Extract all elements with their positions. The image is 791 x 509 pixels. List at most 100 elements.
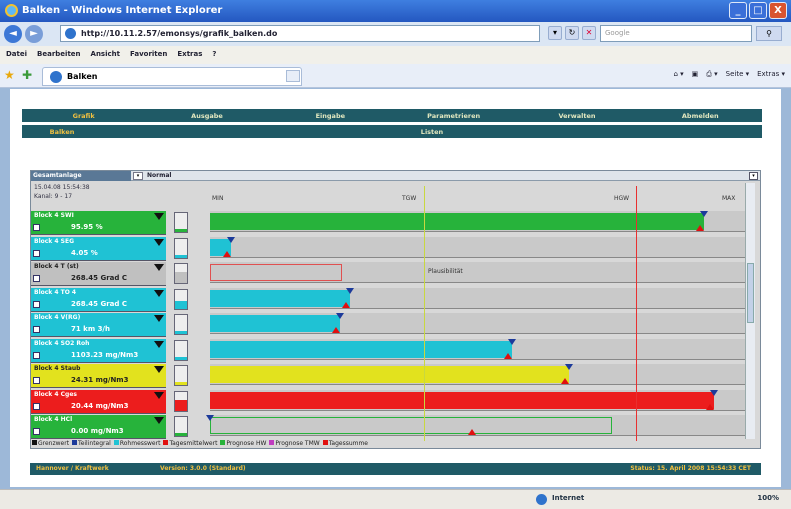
- limit-triangle-icon: [154, 213, 164, 220]
- zoom-level[interactable]: 100%: [757, 494, 779, 502]
- plant-selector[interactable]: Gesamtanlage: [31, 171, 131, 181]
- address-bar: ◄ ► http://10.11.2.57/emonsys/grafik_bal…: [0, 22, 791, 46]
- gauge-fill: [175, 357, 187, 360]
- channel-value: 95.95 %: [71, 223, 103, 231]
- daily-mean-marker: [342, 302, 350, 308]
- gauge-fill: [175, 331, 187, 334]
- window-title: Balken - Windows Internet Explorer: [22, 5, 223, 16]
- nav-abmelden[interactable]: Abmelden: [639, 112, 762, 120]
- channel-checkbox[interactable]: [33, 377, 40, 384]
- stop-icon[interactable]: ✕: [582, 26, 596, 40]
- channel-range: Kanal: 9 - 17: [34, 193, 73, 200]
- back-button[interactable]: ◄: [4, 25, 22, 43]
- menu-datei[interactable]: Datei: [6, 50, 27, 64]
- scrollbar-thumb[interactable]: [747, 263, 754, 323]
- hgw-line: [636, 186, 637, 441]
- channel-checkbox[interactable]: [33, 352, 40, 359]
- maximize-button[interactable]: □: [749, 2, 767, 19]
- feeds-icon[interactable]: ▣: [692, 70, 699, 79]
- plant-dropdown-icon[interactable]: ▾: [133, 172, 143, 180]
- legend-tagesmittelwert-icon: [163, 440, 169, 445]
- channel-name: Block 4 HCl: [34, 416, 73, 423]
- menu-favoriten[interactable]: Favoriten: [130, 50, 167, 64]
- channel-block[interactable]: Block 4 HCl 0.00 mg/Nm3: [31, 415, 166, 439]
- limit-triangle-icon: [154, 392, 164, 399]
- channel-block[interactable]: Block 4 TO 4 268.45 Grad C: [31, 288, 166, 312]
- channel-checkbox[interactable]: [33, 250, 40, 257]
- channel-checkbox[interactable]: [33, 428, 40, 435]
- app-status-bar: Hannover / Kraftwerk Version: 3.0.0 (Sta…: [30, 463, 761, 475]
- channel-name: Block 4 V(RG): [34, 314, 81, 321]
- search-input[interactable]: Google: [600, 25, 752, 42]
- value-bar: [210, 290, 350, 307]
- dropdown-arrow-icon[interactable]: ▾: [548, 26, 562, 40]
- vertical-scrollbar[interactable]: [745, 183, 755, 439]
- daily-mean-marker: [223, 251, 231, 257]
- browser-status-bar: Internet 100%: [0, 489, 791, 509]
- limit-triangle-icon: [154, 264, 164, 271]
- channel-value: 4.05 %: [71, 249, 98, 257]
- nav-eingabe[interactable]: Eingabe: [269, 112, 392, 120]
- ie-logo-icon: [5, 4, 18, 17]
- menu-bearbeiten[interactable]: Bearbeiten: [37, 50, 81, 64]
- legend-teilintegral-icon: [72, 440, 78, 445]
- menu-help[interactable]: ?: [212, 50, 216, 64]
- tools-menu[interactable]: Extras ▾: [757, 70, 785, 79]
- legend-prognose-hw-icon: [220, 440, 226, 445]
- channel-name: Block 4 Cges: [34, 391, 77, 398]
- add-favorite-icon[interactable]: ✚: [22, 69, 34, 81]
- nav-verwalten[interactable]: Verwalten: [515, 112, 638, 120]
- channel-block[interactable]: Block 4 T (st) 268.45 Grad C: [31, 262, 166, 286]
- channel-block[interactable]: Block 4 SO2 Roh 1103.23 mg/Nm3: [31, 339, 166, 363]
- window-titlebar: Balken - Windows Internet Explorer _ □ X: [0, 0, 791, 22]
- menu-extras[interactable]: Extras: [177, 50, 202, 64]
- panel-header: Gesamtanlage ▾ Normal ▾: [31, 171, 760, 181]
- legend-grenzwert-icon: [32, 440, 37, 445]
- bar-track: [210, 237, 745, 258]
- plausibility-label: Plausibilität: [428, 268, 463, 275]
- channel-block[interactable]: Block 4 SWI 95.95 %: [31, 211, 166, 235]
- menu-ansicht[interactable]: Ansicht: [91, 50, 120, 64]
- value-bar: [210, 315, 340, 332]
- close-button[interactable]: X: [769, 2, 787, 19]
- print-icon[interactable]: ⎙ ▾: [706, 70, 717, 79]
- page-menu[interactable]: Seite ▾: [726, 70, 750, 79]
- channel-value: 268.45 Grad C: [71, 300, 127, 308]
- channel-checkbox[interactable]: [33, 403, 40, 410]
- gauge-fill: [175, 271, 187, 283]
- channel-block[interactable]: Block 4 V(RG) 71 km 3/h: [31, 313, 166, 337]
- channel-gauge: [174, 238, 188, 259]
- axis-tick-tgw: TGW: [402, 195, 417, 202]
- url-input[interactable]: http://10.11.2.57/emonsys/grafik_balken.…: [60, 25, 540, 42]
- nav-parametrieren[interactable]: Parametrieren: [392, 112, 515, 120]
- subnav-balken[interactable]: Balken: [22, 128, 102, 136]
- nav-grafik[interactable]: Grafik: [22, 112, 145, 120]
- panel-menu-icon[interactable]: ▾: [749, 172, 758, 180]
- forward-button[interactable]: ►: [25, 25, 43, 43]
- partial-integral-marker: [508, 339, 516, 345]
- channel-block[interactable]: Block 4 SEG 4.05 %: [31, 237, 166, 261]
- channel-gauge: [174, 212, 188, 233]
- minimize-button[interactable]: _: [729, 2, 747, 19]
- subnav-listen[interactable]: Listen: [102, 128, 762, 136]
- limit-triangle-icon: [154, 341, 164, 348]
- channel-name: Block 4 Staub: [34, 365, 81, 372]
- legend-prognose-tmw-icon: [269, 440, 275, 445]
- home-icon[interactable]: ⌂ ▾: [673, 70, 683, 79]
- channel-block[interactable]: Block 4 Staub 24.31 mg/Nm3: [31, 364, 166, 388]
- channel-checkbox[interactable]: [33, 275, 40, 282]
- legend-prognose-tmw: Prognose TMW: [269, 440, 320, 447]
- tab-balken[interactable]: Balken: [42, 67, 302, 86]
- channel-checkbox[interactable]: [33, 224, 40, 231]
- channel-block[interactable]: Block 4 Cges 20.44 mg/Nm3: [31, 390, 166, 414]
- legend-rohmesswert: Rohmesswert: [113, 440, 160, 447]
- favorites-star-icon[interactable]: ★: [4, 69, 16, 81]
- nav-ausgabe[interactable]: Ausgabe: [145, 112, 268, 120]
- limit-triangle-icon: [154, 417, 164, 424]
- channel-checkbox[interactable]: [33, 326, 40, 333]
- search-button[interactable]: ⚲: [756, 26, 782, 41]
- channel-checkbox[interactable]: [33, 301, 40, 308]
- new-tab-button[interactable]: [286, 70, 300, 82]
- status-left: Hannover / Kraftwerk: [36, 465, 109, 472]
- refresh-icon[interactable]: ↻: [565, 26, 579, 40]
